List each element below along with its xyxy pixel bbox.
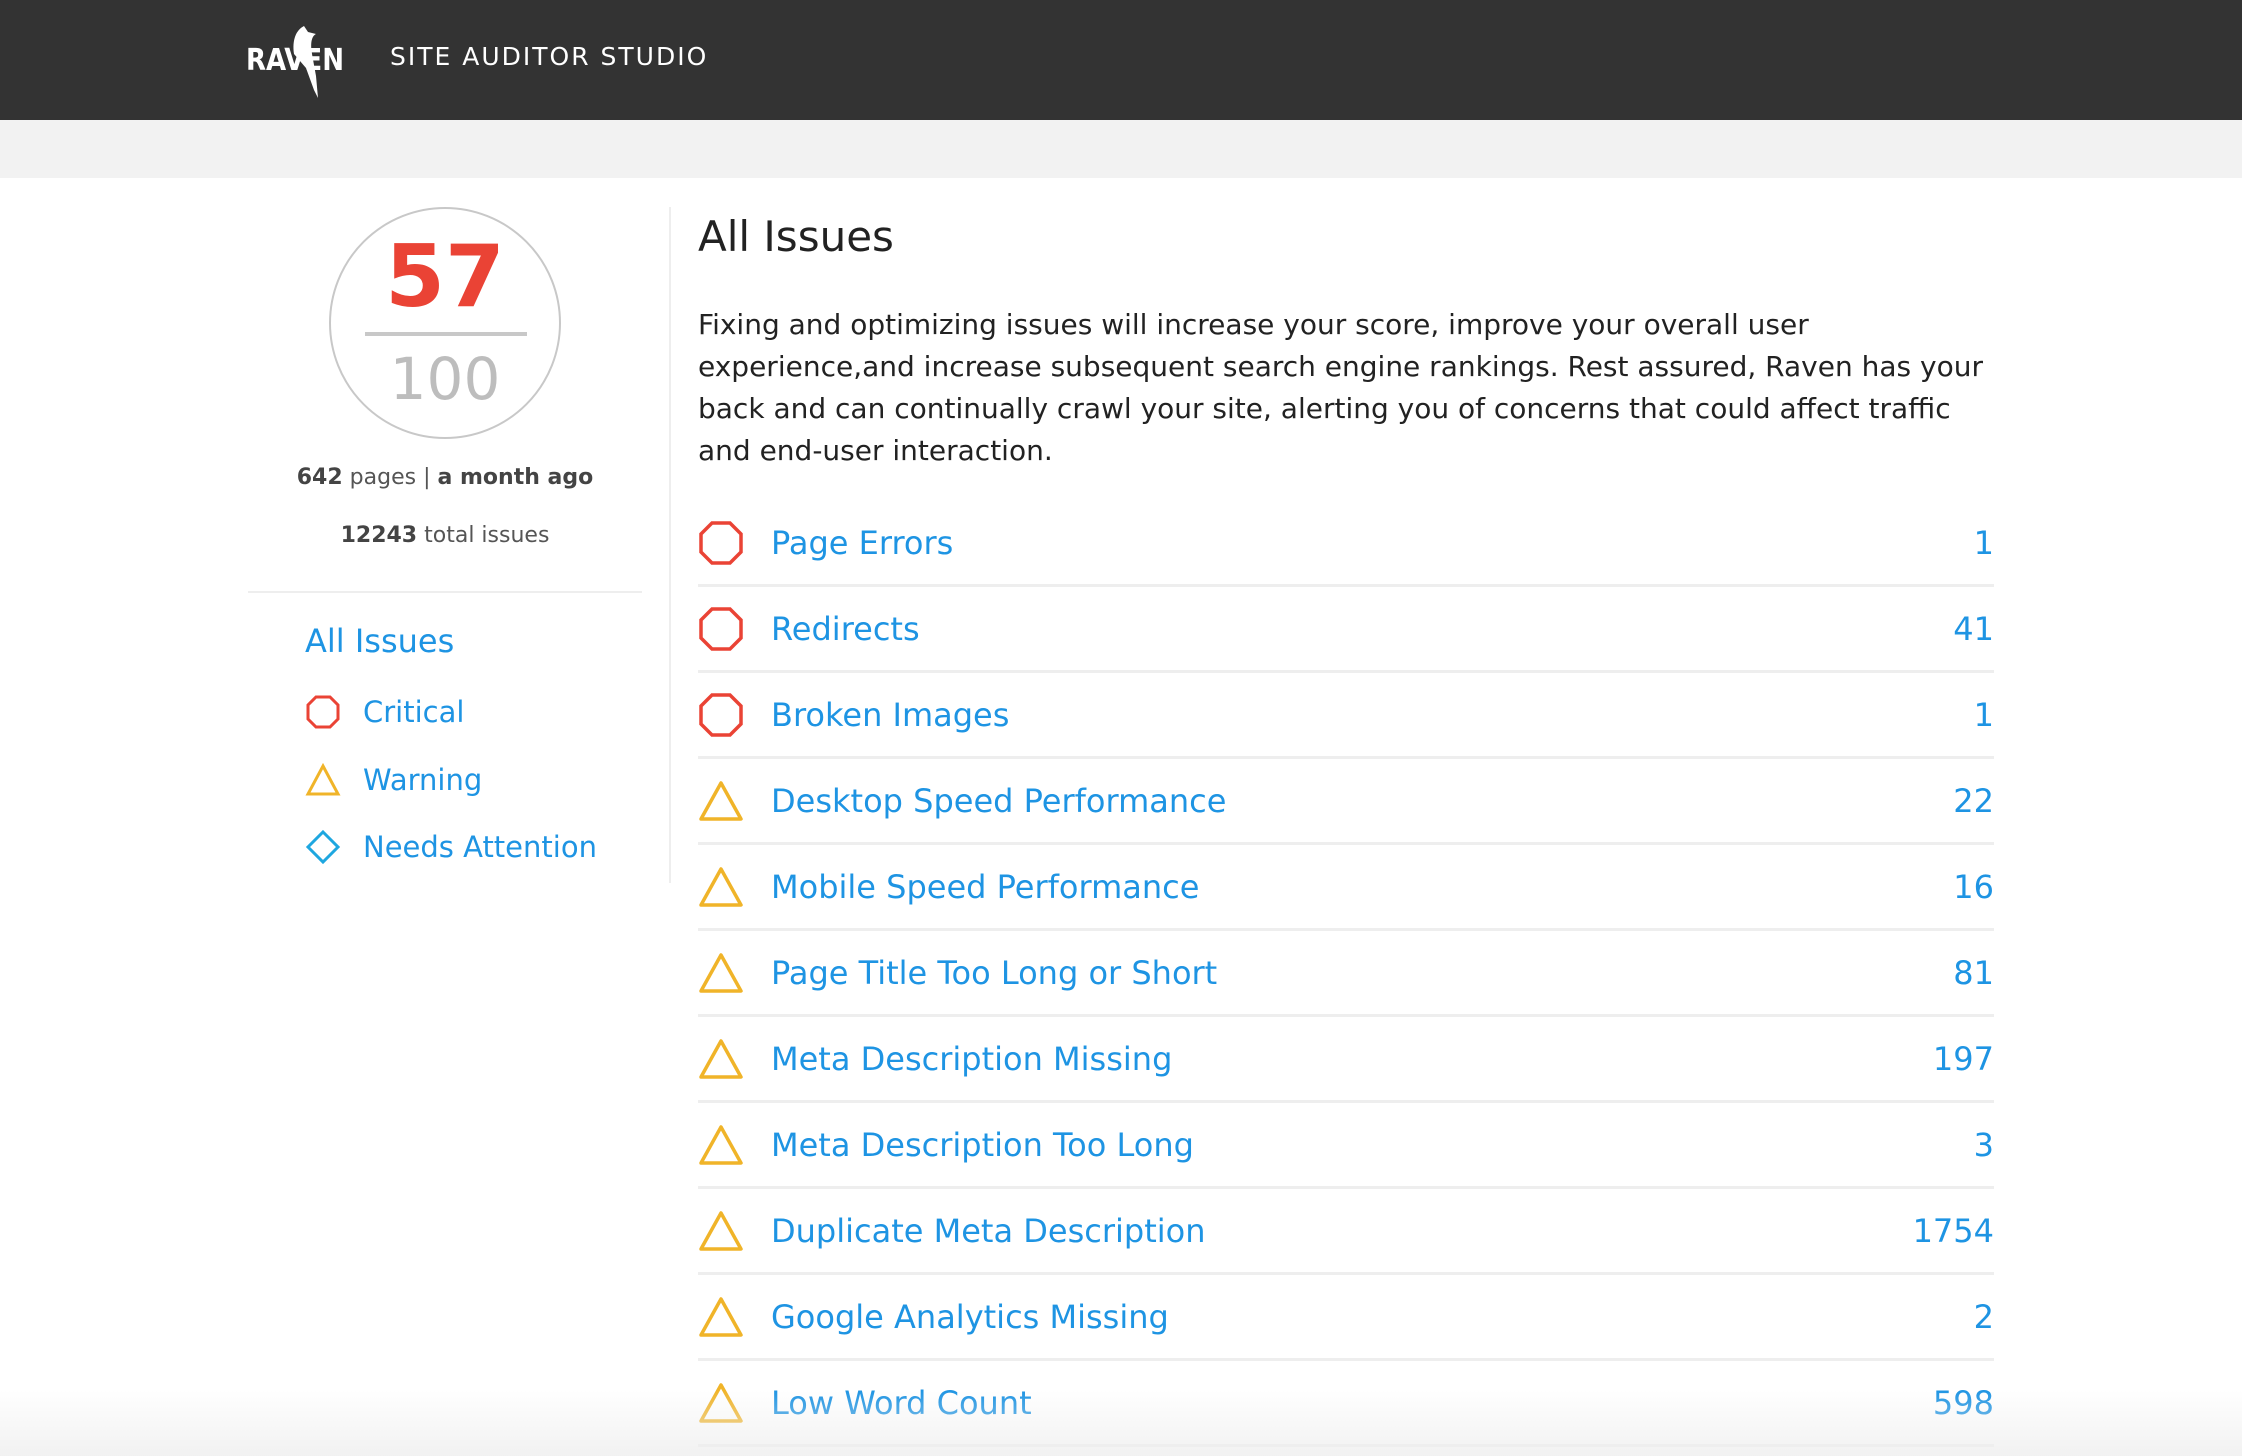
subheader-band bbox=[0, 120, 2242, 178]
issue-row[interactable]: Meta Description Missing 197 bbox=[698, 1017, 1994, 1103]
triangle-icon bbox=[699, 1210, 743, 1251]
octagon-icon bbox=[699, 606, 743, 651]
page-description: Fixing and optimizing issues will increa… bbox=[698, 308, 1983, 467]
issue-count[interactable]: 197 bbox=[1933, 1040, 1994, 1078]
triangle-icon bbox=[699, 1124, 743, 1165]
issue-row[interactable]: Mobile Speed Performance 16 bbox=[698, 845, 1994, 931]
total-issues: 12243 total issues bbox=[248, 523, 642, 548]
score-badge: 57 100 bbox=[329, 207, 561, 439]
octagon-icon bbox=[306, 695, 340, 729]
issue-label[interactable]: Redirects bbox=[771, 610, 1953, 648]
score-max: 100 bbox=[389, 345, 501, 413]
issue-count[interactable]: 41 bbox=[1953, 610, 1994, 648]
last-crawl: a month ago bbox=[437, 465, 594, 490]
sidebar-item-label: Critical bbox=[363, 695, 465, 729]
issue-row[interactable]: Page Title Too Long or Short 81 bbox=[698, 931, 1994, 1017]
score-divider bbox=[365, 332, 527, 336]
issue-count[interactable]: 16 bbox=[1953, 868, 1994, 906]
page-title: All Issues bbox=[698, 212, 894, 261]
issue-count[interactable]: 3 bbox=[1974, 1126, 1994, 1164]
issue-label[interactable]: Duplicate Meta Description bbox=[771, 1212, 1913, 1250]
issue-label[interactable]: Page Title Too Long or Short bbox=[771, 954, 1953, 992]
issue-row[interactable]: Page Errors 1 bbox=[698, 501, 1994, 587]
sidebar-item-warning[interactable]: Warning bbox=[305, 762, 482, 798]
issue-count[interactable]: 22 bbox=[1953, 782, 1994, 820]
issue-label[interactable]: Google Analytics Missing bbox=[771, 1298, 1974, 1336]
issue-row[interactable]: Google Analytics Missing 2 bbox=[698, 1275, 1994, 1361]
sidebar-item-critical[interactable]: Critical bbox=[305, 694, 464, 730]
issue-row[interactable]: Low Word Count 598 bbox=[698, 1361, 1994, 1447]
issue-count[interactable]: 1 bbox=[1974, 524, 1994, 562]
issue-row[interactable]: Desktop Speed Performance 22 bbox=[698, 759, 1994, 845]
svg-text:RAVEN: RAVEN bbox=[246, 43, 344, 78]
sidebar-item-label: Needs Attention bbox=[363, 830, 597, 864]
issue-label[interactable]: Meta Description Too Long bbox=[771, 1126, 1974, 1164]
triangle-icon bbox=[305, 762, 341, 796]
issue-row[interactable]: Broken Images 1 bbox=[698, 673, 1994, 759]
sidebar-item-label: Warning bbox=[363, 763, 483, 797]
triangle-icon bbox=[699, 1382, 743, 1423]
octagon-icon bbox=[699, 692, 743, 737]
issue-label[interactable]: Meta Description Missing bbox=[771, 1040, 1933, 1078]
issue-label[interactable]: Mobile Speed Performance bbox=[771, 868, 1953, 906]
top-bar: RAVEN SITE AUDITOR STUDIO bbox=[0, 0, 2242, 120]
sidebar-item-all-issues[interactable]: All Issues bbox=[305, 622, 454, 660]
issues-list: Page Errors 1 Redirects 41 Broken Images 1 Des… bbox=[698, 501, 1994, 1447]
raven-logo[interactable]: RAVEN bbox=[246, 24, 350, 100]
issue-label[interactable]: Page Errors bbox=[771, 524, 1974, 562]
total-issues-label: total issues bbox=[424, 523, 550, 548]
separator: | bbox=[423, 465, 431, 490]
app-title: SITE AUDITOR STUDIO bbox=[390, 42, 709, 71]
column-divider bbox=[669, 207, 671, 883]
triangle-icon bbox=[699, 866, 743, 907]
crawl-meta: 642 pages | a month ago bbox=[248, 465, 642, 490]
issue-label[interactable]: Broken Images bbox=[771, 696, 1974, 734]
issue-row[interactable]: Redirects 41 bbox=[698, 587, 1994, 673]
issue-row[interactable]: Meta Description Too Long 3 bbox=[698, 1103, 1994, 1189]
pages-count: 642 bbox=[296, 465, 343, 490]
issue-count[interactable]: 598 bbox=[1933, 1384, 1994, 1422]
diamond-icon bbox=[305, 829, 341, 865]
sidebar-item-needs-attention[interactable]: Needs Attention bbox=[305, 829, 597, 865]
triangle-icon bbox=[699, 952, 743, 993]
score-value: 57 bbox=[385, 227, 505, 327]
triangle-icon bbox=[699, 780, 743, 821]
issue-count[interactable]: 81 bbox=[1953, 954, 1994, 992]
issue-label[interactable]: Desktop Speed Performance bbox=[771, 782, 1953, 820]
issue-row[interactable]: Duplicate Meta Description 1754 bbox=[698, 1189, 1994, 1275]
octagon-icon bbox=[699, 520, 743, 565]
issue-count[interactable]: 2 bbox=[1974, 1298, 1994, 1336]
triangle-icon bbox=[699, 1296, 743, 1337]
issue-count[interactable]: 1 bbox=[1974, 696, 1994, 734]
sidebar-divider bbox=[248, 591, 642, 593]
triangle-icon bbox=[699, 1038, 743, 1079]
total-issues-count: 12243 bbox=[340, 523, 418, 548]
pages-label: pages bbox=[349, 465, 417, 490]
issue-label[interactable]: Low Word Count bbox=[771, 1384, 1933, 1422]
issue-count[interactable]: 1754 bbox=[1913, 1212, 1994, 1250]
